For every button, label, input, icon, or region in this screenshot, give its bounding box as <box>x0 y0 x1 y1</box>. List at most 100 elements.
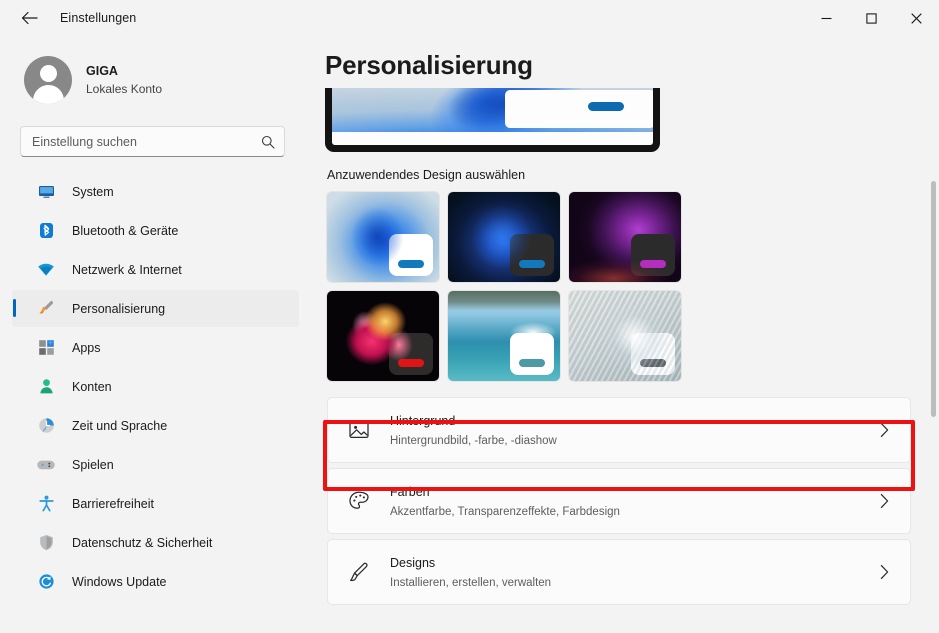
account-text: GIGA Lokales Konto <box>86 63 162 97</box>
sidebar-item-label: Apps <box>72 340 101 355</box>
bluetooth-icon <box>36 221 56 241</box>
preview-taskbar-strip <box>332 131 653 145</box>
setting-row-colors[interactable]: Farben Akzentfarbe, Transparenzeffekte, … <box>327 467 911 534</box>
settings-rows: Hintergrund Hintergrundbild, -farbe, -di… <box>327 396 911 605</box>
theme-card[interactable] <box>327 191 439 282</box>
theme-taskbar-preview <box>631 332 675 375</box>
preview-screen <box>332 87 653 145</box>
sidebar-item-windows-update[interactable]: Windows Update <box>12 563 299 600</box>
brush-pen-icon <box>346 559 372 585</box>
sidebar-item-label: Windows Update <box>72 574 167 589</box>
sidebar-item-gaming[interactable]: Spielen <box>12 446 299 483</box>
search-wrap <box>0 110 305 157</box>
account-name: GIGA <box>86 63 118 78</box>
sidebar-item-label: System <box>72 184 114 199</box>
palette-icon <box>346 488 372 514</box>
theme-card[interactable] <box>569 290 681 381</box>
sidebar-item-label: Barrierefreiheit <box>72 496 154 511</box>
row-subtitle: Akzentfarbe, Transparenzeffekte, Farbdes… <box>390 505 620 518</box>
theme-card[interactable] <box>569 191 681 282</box>
theme-card[interactable] <box>448 290 560 381</box>
brush-icon <box>36 299 56 319</box>
sidebar-item-bluetooth[interactable]: Bluetooth & Geräte <box>12 212 299 249</box>
theme-taskbar-preview <box>389 233 433 276</box>
content-pane: Personalisierung Anzuwendendes Design au… <box>305 36 939 633</box>
sidebar-item-network[interactable]: Netzwerk & Internet <box>12 251 299 288</box>
theme-taskbar-preview <box>631 233 675 276</box>
close-icon <box>911 12 922 24</box>
row-text: Farben Akzentfarbe, Transparenzeffekte, … <box>390 481 874 521</box>
theme-accent-chip <box>519 358 545 367</box>
theme-card[interactable] <box>448 191 560 282</box>
account-block[interactable]: GIGA Lokales Konto <box>0 36 305 110</box>
image-icon <box>346 417 372 443</box>
row-title: Farben <box>390 484 430 499</box>
theme-section-label: Anzuwendendes Design auswählen <box>327 167 526 182</box>
person-icon <box>36 377 56 397</box>
sidebar-item-accounts[interactable]: Konten <box>12 368 299 405</box>
window-body: GIGA Lokales Konto Einstellung suchen Sy… <box>0 36 939 633</box>
monitor-icon <box>36 182 56 202</box>
sidebar-item-privacy-security[interactable]: Datenschutz & Sicherheit <box>12 524 299 561</box>
apps-grid-icon <box>36 338 56 358</box>
theme-accent-chip <box>398 358 424 367</box>
sidebar-item-time-language[interactable]: Zeit und Sprache <box>12 407 299 444</box>
sidebar-item-apps[interactable]: Apps <box>12 329 299 366</box>
sidebar-item-label: Datenschutz & Sicherheit <box>72 535 213 550</box>
sidebar-item-personalization[interactable]: Personalisierung <box>12 290 299 327</box>
app-title: Einstellungen <box>60 11 137 25</box>
page-title: Personalisierung <box>325 50 533 80</box>
scrollbar-thumb[interactable] <box>931 181 936 417</box>
setting-row-themes[interactable]: Designs Installieren, erstellen, verwalt… <box>327 538 911 605</box>
window-controls <box>804 0 939 36</box>
sidebar-item-accessibility[interactable]: Barrierefreiheit <box>12 485 299 522</box>
back-button[interactable] <box>12 3 46 33</box>
row-subtitle: Installieren, erstellen, verwalten <box>390 576 552 589</box>
content-scrollbar[interactable] <box>931 40 936 629</box>
clock-icon <box>36 416 56 436</box>
account-type: Lokales Konto <box>86 81 163 96</box>
sidebar-item-label: Netzwerk & Internet <box>72 262 182 277</box>
update-refresh-icon <box>36 572 56 592</box>
gamepad-icon <box>36 455 56 475</box>
arrow-left-icon <box>21 11 38 25</box>
theme-preview-monitor <box>325 87 660 152</box>
theme-taskbar-preview <box>510 332 554 375</box>
maximize-button[interactable] <box>849 0 894 36</box>
content-scroll-area: Personalisierung Anzuwendendes Design au… <box>305 36 939 610</box>
row-title: Hintergrund <box>390 413 456 428</box>
avatar <box>24 56 72 104</box>
row-text: Designs Installieren, erstellen, verwalt… <box>390 552 874 592</box>
row-text: Hintergrund Hintergrundbild, -farbe, -di… <box>390 410 874 450</box>
sidebar-item-system[interactable]: System <box>12 173 299 210</box>
sidebar: GIGA Lokales Konto Einstellung suchen Sy… <box>0 36 305 633</box>
setting-row-background[interactable]: Hintergrund Hintergrundbild, -farbe, -di… <box>327 396 911 463</box>
close-button[interactable] <box>894 0 939 36</box>
search-box[interactable] <box>20 126 285 157</box>
sidebar-item-label: Bluetooth & Geräte <box>72 223 179 238</box>
preview-taskbar <box>505 89 653 128</box>
accessibility-icon <box>36 494 56 514</box>
sidebar-item-label: Konten <box>72 379 112 394</box>
shield-icon <box>36 533 56 553</box>
search-icon <box>261 135 275 149</box>
theme-accent-chip <box>398 259 424 268</box>
chevron-right-icon <box>874 422 894 438</box>
theme-accent-chip <box>640 259 666 268</box>
preview-accent-pill <box>588 101 624 111</box>
chevron-right-icon <box>874 493 894 509</box>
search-input[interactable] <box>32 134 261 149</box>
wifi-icon <box>36 260 56 280</box>
row-title: Designs <box>390 555 436 570</box>
minimize-button[interactable] <box>804 0 849 36</box>
row-subtitle: Hintergrundbild, -farbe, -diashow <box>390 434 557 447</box>
sidebar-nav: System Bluetooth & Geräte Netzwerk & Int… <box>0 173 305 633</box>
theme-taskbar-preview <box>389 332 433 375</box>
theme-accent-chip <box>640 358 666 367</box>
theme-card[interactable] <box>327 290 439 381</box>
maximize-icon <box>866 12 877 24</box>
theme-taskbar-preview <box>510 233 554 276</box>
title-bar: Einstellungen <box>0 0 939 36</box>
sidebar-item-label: Zeit und Sprache <box>72 418 168 433</box>
sidebar-item-label: Spielen <box>72 457 114 472</box>
